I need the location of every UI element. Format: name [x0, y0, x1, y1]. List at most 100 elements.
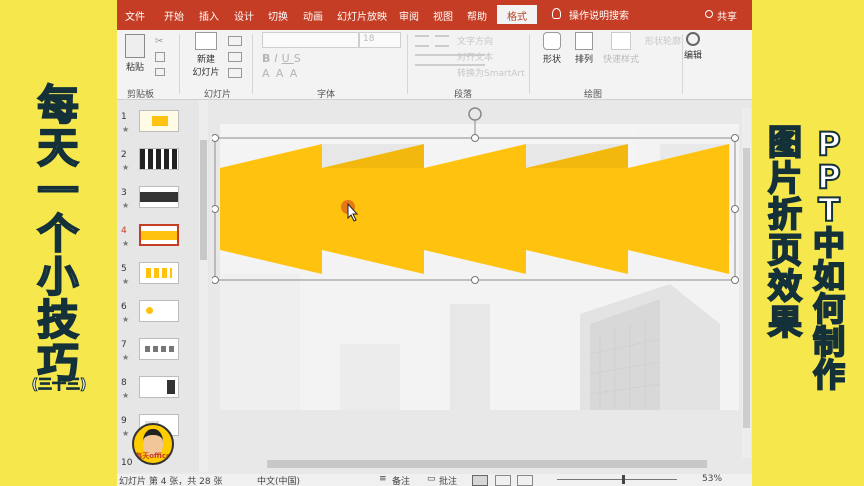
normal-view-button[interactable]	[472, 475, 488, 486]
strike-icon[interactable]: S	[294, 52, 305, 65]
align-text-label[interactable]: 对齐文本	[457, 50, 493, 63]
rotate-handle-icon[interactable]	[468, 107, 482, 138]
font-size-value: 18	[363, 34, 375, 44]
new-slide-button[interactable]: 新建 幻灯片	[187, 32, 225, 78]
shapes-button[interactable]: 形状	[537, 32, 567, 65]
slide-thumbnail-7[interactable]: 7 ★	[117, 338, 209, 376]
smartart-label[interactable]: 转换为SmartArt	[457, 66, 525, 79]
channel-logo: 每天office	[132, 423, 174, 465]
slide-thumbnail-8[interactable]: 8 ★	[117, 376, 209, 414]
resize-handles[interactable]	[212, 134, 739, 284]
tab-design[interactable]: 设计	[234, 8, 254, 23]
text-direction-label[interactable]: 文字方向	[457, 34, 493, 47]
section-icon[interactable]	[228, 68, 242, 78]
scrollbar-thumb[interactable]	[200, 140, 207, 260]
paste-button[interactable]: 粘贴	[123, 34, 147, 73]
format-painter-icon[interactable]	[155, 68, 165, 76]
cut-icon[interactable]: ✂	[155, 36, 163, 47]
notes-icon[interactable]: ≡	[379, 474, 387, 484]
horizontal-scrollbar[interactable]	[257, 458, 747, 470]
title-char: 折	[767, 195, 803, 235]
shrink-font-icon[interactable]: A	[290, 67, 304, 80]
group-font: 字体	[317, 90, 336, 100]
comments-button[interactable]: 批注	[439, 474, 457, 486]
selection-box[interactable]	[212, 100, 752, 290]
comments-icon[interactable]: ▭	[427, 474, 436, 484]
tab-animations[interactable]: 动画	[303, 8, 323, 23]
paste-label: 粘贴	[125, 63, 144, 73]
group-paragraph: 段落	[454, 90, 473, 100]
slide-number: 5	[121, 264, 127, 274]
title-char: 天	[37, 124, 80, 172]
tab-transitions[interactable]: 切换	[268, 8, 288, 23]
tell-me-search[interactable]: 操作说明搜索	[569, 7, 629, 22]
title-char: 制	[812, 323, 846, 361]
right-title-panel: PPT中如何制作 图片折页效果	[752, 0, 864, 486]
bullets-icon[interactable]	[415, 35, 429, 47]
tab-view[interactable]: 视图	[433, 8, 453, 23]
slide-sorter-button[interactable]	[495, 475, 511, 486]
powerpoint-window: 文件 开始 插入 设计 切换 动画 幻灯片放映 审阅 视图 帮助 格式 操作说明…	[117, 0, 752, 486]
tab-review[interactable]: 审阅	[399, 8, 419, 23]
slide-count-status: 幻灯片 第 4 张，共 28 张	[119, 477, 223, 486]
title-char: 图	[767, 123, 803, 163]
reset-icon[interactable]	[228, 52, 242, 62]
quick-styles-button[interactable]: 快速样式	[601, 32, 641, 65]
lightbulb-icon	[552, 8, 561, 19]
reading-view-button[interactable]	[517, 475, 533, 486]
underline-icon[interactable]: U	[282, 52, 294, 65]
italic-icon[interactable]: I	[274, 52, 281, 65]
scrollbar-thumb[interactable]	[267, 460, 707, 468]
new-slide-label-2: 幻灯片	[192, 68, 220, 78]
font-size-box[interactable]: 18	[359, 32, 401, 48]
language-status[interactable]: 中文(中国)	[257, 474, 300, 486]
editing-button[interactable]: 编辑	[679, 32, 707, 61]
tab-format[interactable]: 格式	[497, 5, 537, 24]
zoom-level[interactable]: 53%	[702, 474, 722, 484]
shapes-label: 形状	[542, 55, 561, 65]
zoom-thumb[interactable]	[622, 475, 625, 484]
thumbnail-scrollbar[interactable]	[199, 100, 208, 472]
slide-thumbnail-1[interactable]: 1 ★	[117, 110, 209, 148]
zoom-slider[interactable]	[557, 479, 677, 480]
title-char: T	[817, 191, 841, 229]
tab-file[interactable]: 文件	[125, 8, 145, 23]
slide-number: 3	[121, 188, 127, 198]
slide-thumbnail-3[interactable]: 3 ★	[117, 186, 209, 224]
tab-home[interactable]: 开始	[164, 8, 184, 23]
arrange-button[interactable]: 排列	[569, 32, 599, 65]
tab-slideshow[interactable]: 幻灯片放映	[337, 8, 387, 23]
title-char: 个	[37, 210, 80, 258]
bold-icon[interactable]: B	[262, 52, 274, 65]
star-icon: ★	[122, 163, 130, 172]
tab-help[interactable]: 帮助	[467, 8, 487, 23]
numbering-icon[interactable]	[435, 35, 449, 47]
share-button[interactable]: 共享	[717, 8, 737, 23]
notes-button[interactable]: 备注	[392, 474, 410, 486]
slide-thumbnail-2[interactable]: 2 ★	[117, 148, 209, 186]
slide-preview-selected	[139, 224, 179, 246]
person-icon	[705, 10, 713, 18]
slide-thumbnail-4[interactable]: 4 ★	[117, 224, 209, 262]
ribbon-separator	[179, 34, 180, 94]
font-color-row: AAA	[262, 67, 303, 80]
font-name-box[interactable]	[262, 32, 359, 48]
star-icon: ★	[122, 429, 130, 438]
slide-thumbnail-6[interactable]: 6 ★	[117, 300, 209, 338]
slide-number: 8	[121, 378, 127, 388]
right-scrollbar[interactable]	[742, 108, 751, 458]
title-char: 如	[812, 257, 846, 295]
shape-outline-label[interactable]: 形状轮廓	[645, 34, 681, 47]
clipboard-icon	[125, 34, 145, 58]
tab-insert[interactable]: 插入	[199, 8, 219, 23]
slide-thumbnail-5[interactable]: 5 ★	[117, 262, 209, 300]
title-char: 效	[767, 267, 803, 307]
title-char: 小	[37, 253, 80, 301]
quick-styles-icon	[611, 32, 631, 50]
font-color-icon[interactable]: A	[262, 67, 276, 80]
slide-thumbnail-pane: 1 ★ 2 ★ 3 ★ 4 ★ 5 ★ 6 ★ 7 ★ 8 ★ 9 ★ 10	[117, 100, 209, 472]
copy-icon[interactable]	[155, 52, 165, 62]
scrollbar-thumb[interactable]	[743, 148, 750, 428]
layout-icon[interactable]	[228, 36, 242, 46]
grow-font-icon[interactable]: A	[276, 67, 290, 80]
